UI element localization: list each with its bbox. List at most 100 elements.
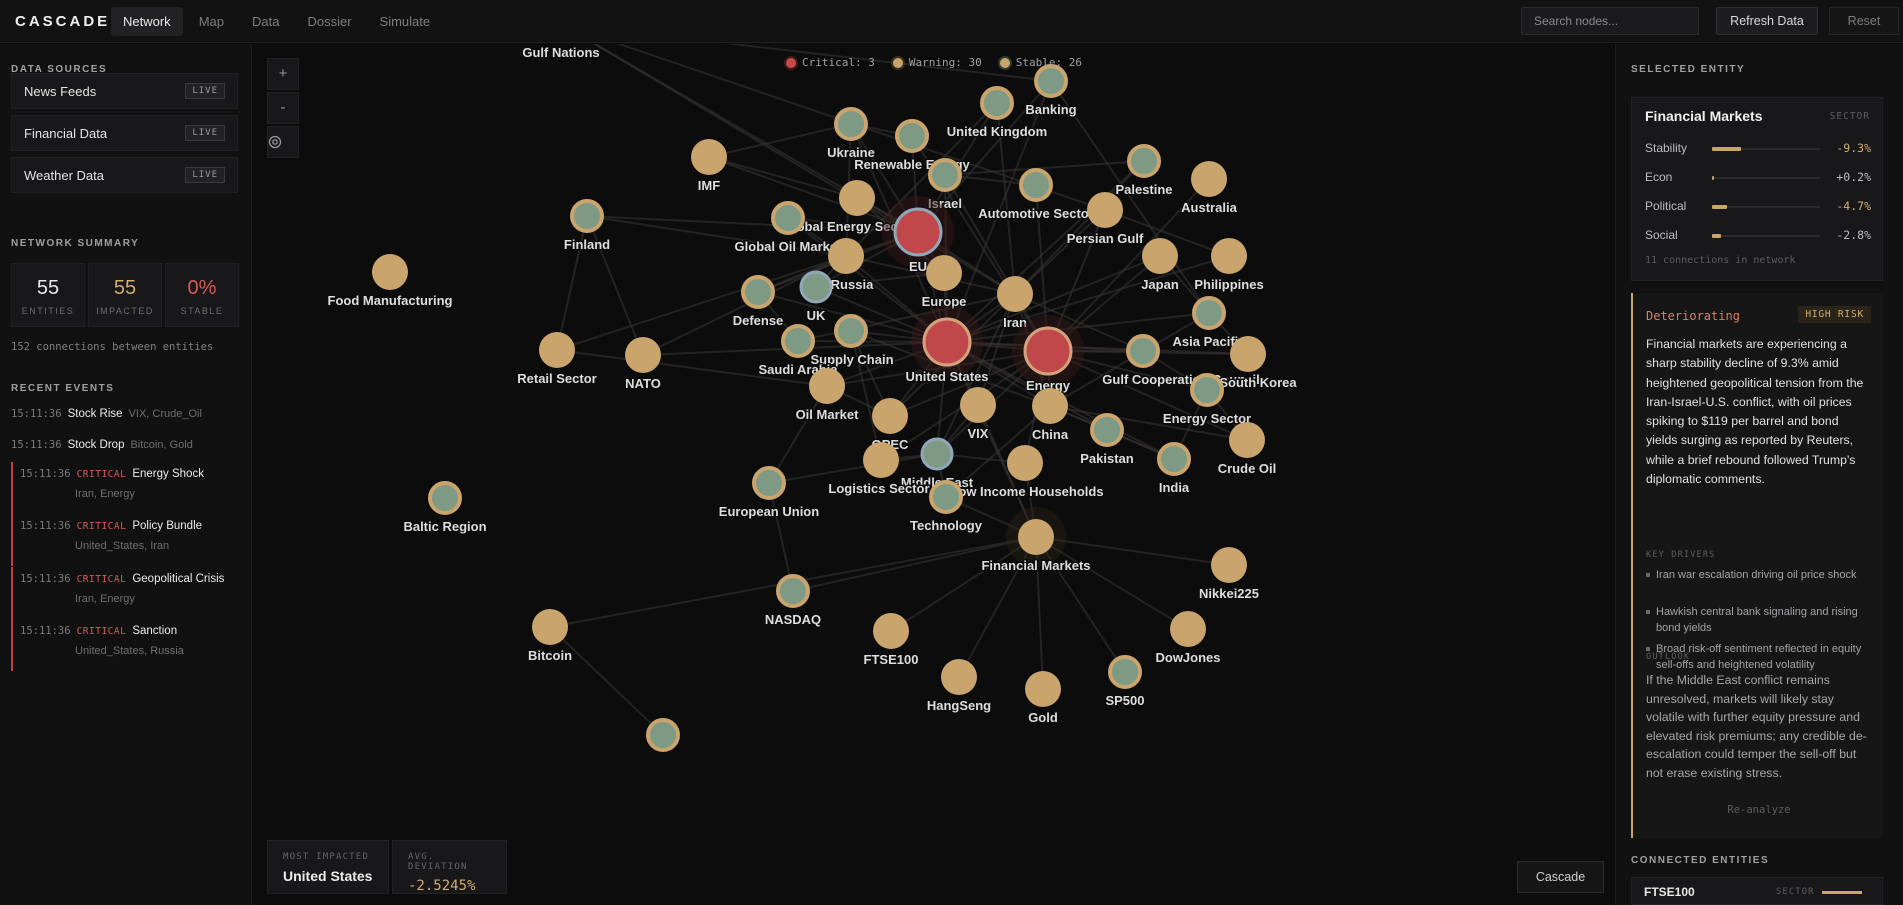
node-russia[interactable]: Russia bbox=[828, 238, 876, 294]
node-circle[interactable] bbox=[809, 368, 845, 404]
node-circle[interactable] bbox=[1142, 238, 1178, 274]
node-asia-pacific[interactable]: Asia Pacific bbox=[1171, 296, 1247, 351]
node-circle[interactable] bbox=[941, 659, 977, 695]
node-circle[interactable] bbox=[776, 574, 810, 608]
node-circle[interactable] bbox=[834, 107, 868, 141]
node-circle[interactable] bbox=[752, 466, 786, 500]
source-financial-data[interactable]: Financial Data LIVE bbox=[11, 115, 238, 151]
node-circle[interactable] bbox=[1170, 611, 1206, 647]
event-item-critical[interactable]: 15:11:36 CRITICAL Policy Bundle United_S… bbox=[11, 514, 238, 566]
node-circle[interactable] bbox=[997, 276, 1033, 312]
node-logistics-sector[interactable]: Logistics Sector bbox=[827, 442, 931, 498]
node-gulf-nations[interactable]: Gulf Nations bbox=[521, 44, 601, 62]
node-circle[interactable] bbox=[799, 270, 833, 304]
node-circle[interactable] bbox=[1127, 144, 1161, 178]
node-circle[interactable] bbox=[1157, 442, 1191, 476]
node-nato[interactable]: NATO bbox=[624, 337, 662, 393]
node-uk[interactable]: UK bbox=[799, 270, 833, 325]
node-circle[interactable] bbox=[428, 481, 462, 515]
node-circle[interactable] bbox=[1191, 161, 1227, 197]
node-circle[interactable] bbox=[1192, 296, 1226, 330]
node-dowjones[interactable]: DowJones bbox=[1154, 611, 1222, 667]
node-hangseng[interactable]: HangSeng bbox=[925, 659, 993, 715]
node-circle[interactable] bbox=[372, 254, 408, 290]
node-circle[interactable] bbox=[893, 207, 943, 257]
node-circle[interactable] bbox=[1108, 655, 1142, 689]
node-bottom-node[interactable] bbox=[646, 718, 680, 752]
connected-entity-row[interactable]: FTSE100 SECTOR bbox=[1631, 877, 1883, 905]
event-item[interactable]: 15:11:36 Stock Rise VIX, Crude_Oil bbox=[11, 408, 202, 420]
node-circle[interactable] bbox=[1007, 445, 1043, 481]
zoom-in-button[interactable]: + bbox=[267, 58, 299, 90]
node-circle[interactable] bbox=[828, 238, 864, 274]
node-circle[interactable] bbox=[691, 139, 727, 175]
network-graph-canvas[interactable]: Gulf NationsBankingUnited KingdomUkraine… bbox=[253, 44, 1614, 905]
node-finland[interactable]: Finland bbox=[562, 199, 612, 254]
tab-simulate[interactable]: Simulate bbox=[368, 7, 443, 36]
network-graph[interactable]: Gulf Nations Banking United Kingdom Ukraine… bbox=[253, 44, 1614, 905]
node-circle[interactable] bbox=[1019, 168, 1053, 202]
node-circle[interactable] bbox=[1090, 413, 1124, 447]
node-sp500[interactable]: SP500 bbox=[1104, 655, 1146, 710]
node-circle[interactable] bbox=[1018, 519, 1054, 555]
node-circle[interactable] bbox=[873, 613, 909, 649]
node-banking[interactable]: Banking bbox=[1024, 64, 1078, 119]
node-baltic-region[interactable]: Baltic Region bbox=[402, 481, 488, 536]
node-bitcoin[interactable]: Bitcoin bbox=[526, 609, 574, 665]
node-circle[interactable] bbox=[960, 387, 996, 423]
search-nodes-input[interactable] bbox=[1521, 7, 1699, 35]
node-circle[interactable] bbox=[771, 201, 805, 235]
node-nasdaq[interactable]: NASDAQ bbox=[763, 574, 823, 629]
node-palestine[interactable]: Palestine bbox=[1114, 144, 1174, 199]
node-circle[interactable] bbox=[781, 324, 815, 358]
event-item-critical[interactable]: 15:11:36 CRITICAL Geopolitical Crisis Ir… bbox=[11, 567, 238, 619]
tab-map[interactable]: Map bbox=[187, 7, 236, 36]
tab-network[interactable]: Network bbox=[111, 6, 183, 36]
reset-button[interactable]: Reset bbox=[1829, 7, 1899, 35]
node-circle[interactable] bbox=[1229, 422, 1265, 458]
node-japan[interactable]: Japan bbox=[1140, 238, 1180, 294]
node-circle[interactable] bbox=[863, 442, 899, 478]
reanalyze-button[interactable]: Re-analyze bbox=[1633, 804, 1885, 816]
node-circle[interactable] bbox=[980, 86, 1014, 120]
node-food-manufacturing[interactable]: Food Manufacturing bbox=[326, 254, 454, 310]
node-circle[interactable] bbox=[570, 199, 604, 233]
node-circle[interactable] bbox=[895, 119, 929, 153]
event-item-critical[interactable]: 15:11:36 CRITICAL Energy Shock Iran, Ene… bbox=[11, 462, 238, 514]
node-nikkei225[interactable]: Nikkei225 bbox=[1198, 547, 1261, 603]
node-circle[interactable] bbox=[646, 718, 680, 752]
node-circle[interactable] bbox=[625, 337, 661, 373]
source-news-feeds[interactable]: News Feeds LIVE bbox=[11, 73, 238, 109]
cascade-button[interactable]: Cascade bbox=[1517, 861, 1604, 893]
event-item[interactable]: 15:11:36 Stock Drop Bitcoin, Gold bbox=[11, 439, 193, 451]
node-circle[interactable] bbox=[741, 275, 775, 309]
event-item-critical[interactable]: 15:11:36 CRITICAL Sanction United_States… bbox=[11, 619, 238, 671]
node-financial-markets[interactable]: Financial Markets bbox=[980, 507, 1092, 575]
source-weather-data[interactable]: Weather Data LIVE bbox=[11, 157, 238, 193]
node-circle[interactable] bbox=[872, 398, 908, 434]
tab-data[interactable]: Data bbox=[240, 7, 291, 36]
node-circle[interactable] bbox=[922, 317, 972, 367]
node-circle[interactable] bbox=[834, 314, 868, 348]
node-circle[interactable] bbox=[532, 609, 568, 645]
node-circle[interactable] bbox=[926, 255, 962, 291]
node-imf[interactable]: IMF bbox=[691, 139, 727, 195]
node-circle[interactable] bbox=[1034, 64, 1068, 98]
node-automotive-sector[interactable]: Automotive Sector bbox=[977, 168, 1095, 223]
recenter-button[interactable] bbox=[267, 126, 299, 158]
node-circle[interactable] bbox=[1032, 388, 1068, 424]
node-circle[interactable] bbox=[1087, 192, 1123, 228]
node-european-union[interactable]: European Union bbox=[717, 466, 821, 521]
node-australia[interactable]: Australia bbox=[1180, 161, 1239, 217]
zoom-out-button[interactable]: - bbox=[267, 92, 299, 124]
node-gold[interactable]: Gold bbox=[1025, 671, 1061, 727]
node-circle[interactable] bbox=[1126, 334, 1160, 368]
node-circle[interactable] bbox=[1211, 547, 1247, 583]
node-circle[interactable] bbox=[928, 158, 962, 192]
node-circle[interactable] bbox=[539, 332, 575, 368]
node-circle[interactable] bbox=[1211, 238, 1247, 274]
node-india[interactable]: India bbox=[1157, 442, 1191, 497]
node-circle[interactable] bbox=[1190, 373, 1224, 407]
node-circle[interactable] bbox=[839, 180, 875, 216]
node-circle[interactable] bbox=[1230, 336, 1266, 372]
